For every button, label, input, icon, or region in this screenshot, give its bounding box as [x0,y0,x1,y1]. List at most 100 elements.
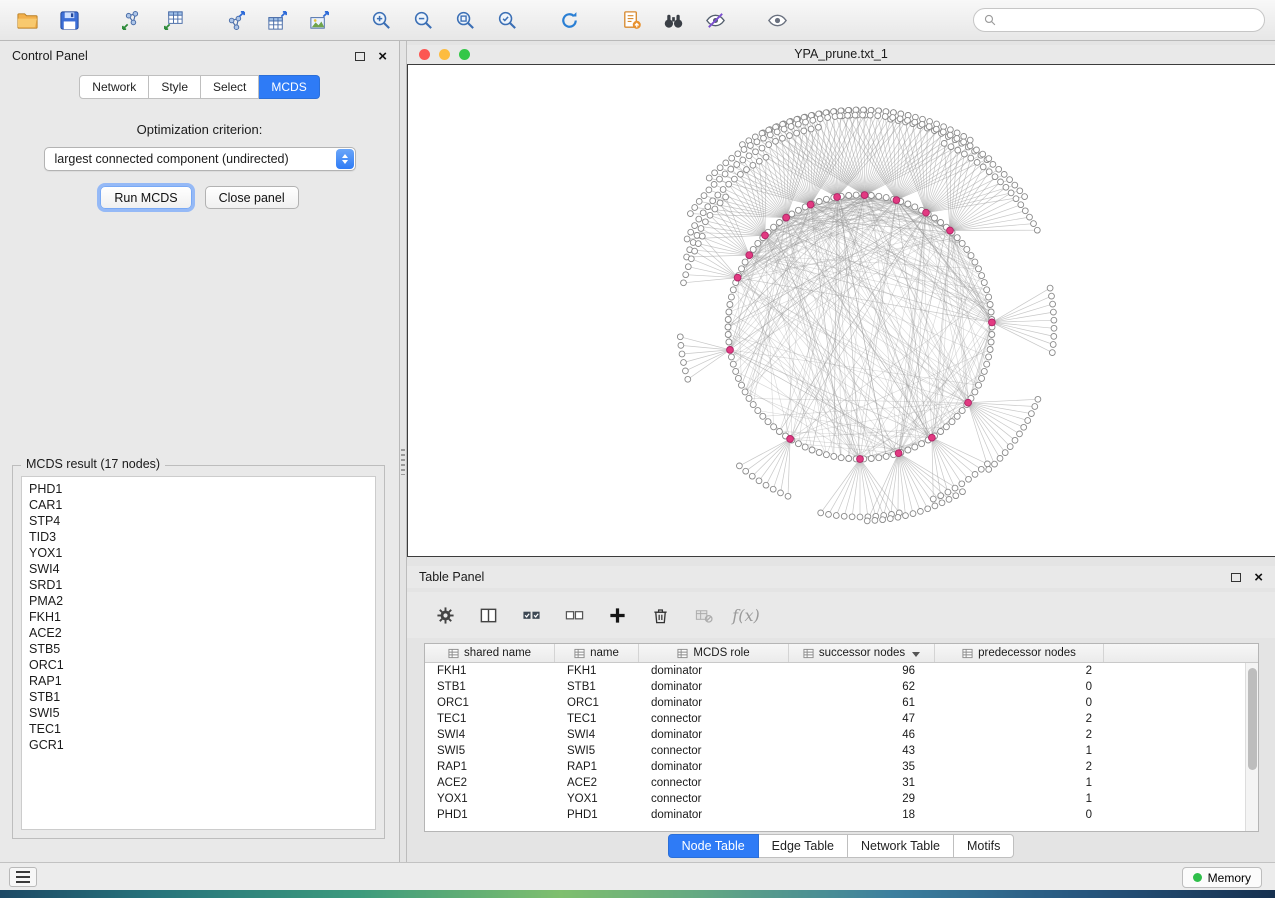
delete-row-button[interactable] [648,603,672,627]
select-stepper-icon [336,149,354,169]
optimization-criterion-select[interactable]: largest connected component (undirected) [44,147,356,171]
node-table: shared namenameMCDS rolesuccessor nodesp… [424,643,1259,832]
mcds-result-item[interactable]: STP4 [22,513,375,529]
float-panel-button[interactable] [355,52,365,61]
application-window: Control Panel × NetworkStyleSelectMCDS O… [0,0,1275,898]
deselect-all-button[interactable] [562,603,586,627]
control-panel-tabs: NetworkStyleSelectMCDS [0,75,399,99]
export-image-button[interactable] [302,4,336,36]
table-row[interactable]: ACE2ACE2connector311 [425,775,1258,791]
select-all-button[interactable] [519,603,543,627]
mcds-result-item[interactable]: STB1 [22,689,375,705]
table-row[interactable]: STB1STB1dominator620 [425,679,1258,695]
import-table-disabled-button[interactable] [691,603,715,627]
mcds-result-item[interactable]: PMA2 [22,593,375,609]
export-network-button[interactable] [218,4,252,36]
mcds-result-item[interactable]: SWI4 [22,561,375,577]
task-history-button[interactable] [9,867,37,887]
gear-icon [436,606,455,625]
tab-select[interactable]: Select [201,75,259,99]
zoom-in-button[interactable] [364,4,398,36]
zoom-selected-button[interactable] [490,4,524,36]
table-tab-motifs[interactable]: Motifs [954,834,1014,858]
cell-predecessor-nodes: 1 [935,743,1104,759]
import-network-button[interactable] [114,4,148,36]
tab-mcds[interactable]: MCDS [259,75,319,99]
close-panel-button[interactable]: Close panel [205,186,299,209]
mcds-result-item[interactable]: ACE2 [22,625,375,641]
table-float-button[interactable] [1231,573,1241,582]
tab-network[interactable]: Network [79,75,149,99]
desktop-wallpaper-strip [0,890,1275,898]
cell-shared-name: SWI4 [425,727,555,743]
export-table-button[interactable] [260,4,294,36]
save-button[interactable] [52,4,86,36]
run-mcds-button[interactable]: Run MCDS [100,186,191,209]
cell-shared-name: PHD1 [425,807,555,823]
table-row[interactable]: RAP1RAP1dominator352 [425,759,1258,775]
mcds-result-item[interactable]: SWI5 [22,705,375,721]
table-tab-node-table[interactable]: Node Table [668,834,759,858]
cell-shared-name: ACE2 [425,775,555,791]
column-header-successor-nodes[interactable]: successor nodes [789,644,935,662]
zoom-fit-button[interactable] [448,4,482,36]
mcds-result-item[interactable]: STB5 [22,641,375,657]
mcds-result-item[interactable]: PHD1 [22,481,375,497]
mcds-result-item[interactable]: TEC1 [22,721,375,737]
sort-grid-icon [677,648,688,659]
import-table-icon [162,9,185,32]
mcds-result-item[interactable]: TID3 [22,529,375,545]
table-tab-network-table[interactable]: Network Table [848,834,954,858]
network-graph[interactable] [408,65,1274,556]
table-row[interactable]: YOX1YOX1connector291 [425,791,1258,807]
mcds-result-item[interactable]: GCR1 [22,737,375,753]
close-panel-icon[interactable]: × [378,49,387,64]
toggle-graphics-button[interactable] [698,4,732,36]
table-row[interactable]: SWI4SWI4dominator462 [425,727,1258,743]
add-row-button[interactable] [605,603,629,627]
scrollbar-thumb[interactable] [1248,668,1257,770]
vertical-splitter[interactable] [400,41,407,862]
settings-gear-button[interactable] [433,603,457,627]
mcds-result-item[interactable]: ORC1 [22,657,375,673]
column-header-name[interactable]: name [555,644,639,662]
import-table-button[interactable] [156,4,190,36]
column-header-shared-name[interactable]: shared name [425,644,555,662]
mcds-result-item[interactable]: CAR1 [22,497,375,513]
table-row[interactable]: ORC1ORC1dominator610 [425,695,1258,711]
memory-status-icon [1193,873,1202,882]
find-button[interactable] [656,4,690,36]
network-view[interactable] [407,64,1275,557]
criterion-value: largest connected component (undirected) [55,152,289,166]
table-scrollbar[interactable] [1245,663,1258,831]
export-web-button[interactable] [614,4,648,36]
column-header-MCDS-role[interactable]: MCDS role [639,644,789,662]
tab-style[interactable]: Style [149,75,201,99]
table-row[interactable]: SWI5SWI5connector431 [425,743,1258,759]
show-hide-button[interactable] [760,4,794,36]
column-header-predecessor-nodes[interactable]: predecessor nodes [935,644,1104,662]
mcds-result-item[interactable]: FKH1 [22,609,375,625]
mcds-result-item[interactable]: YOX1 [22,545,375,561]
zoom-out-button[interactable] [406,4,440,36]
zoom-out-icon [412,9,435,32]
deselect-all-icon [565,606,584,625]
cell-successor-nodes: 31 [789,775,935,791]
search-input[interactable] [1002,13,1255,27]
refresh-button[interactable] [552,4,586,36]
mcds-result-item[interactable]: RAP1 [22,673,375,689]
table-row[interactable]: FKH1FKH1dominator962 [425,663,1258,679]
open-file-button[interactable] [10,4,44,36]
cell-predecessor-nodes: 1 [935,775,1104,791]
table-close-icon[interactable]: × [1254,570,1263,585]
table-row[interactable]: TEC1TEC1connector472 [425,711,1258,727]
table-panel-tabs: Node TableEdge TableNetwork TableMotifs [668,834,1015,858]
mcds-result-item[interactable]: SRD1 [22,577,375,593]
column-visibility-button[interactable] [476,603,500,627]
function-builder-button[interactable]: f(x) [734,603,758,627]
table-row[interactable]: PHD1PHD1dominator180 [425,807,1258,823]
cell-MCDS-role: dominator [639,759,789,775]
memory-button[interactable]: Memory [1182,867,1262,888]
cell-successor-nodes: 18 [789,807,935,823]
table-tab-edge-table[interactable]: Edge Table [759,834,848,858]
